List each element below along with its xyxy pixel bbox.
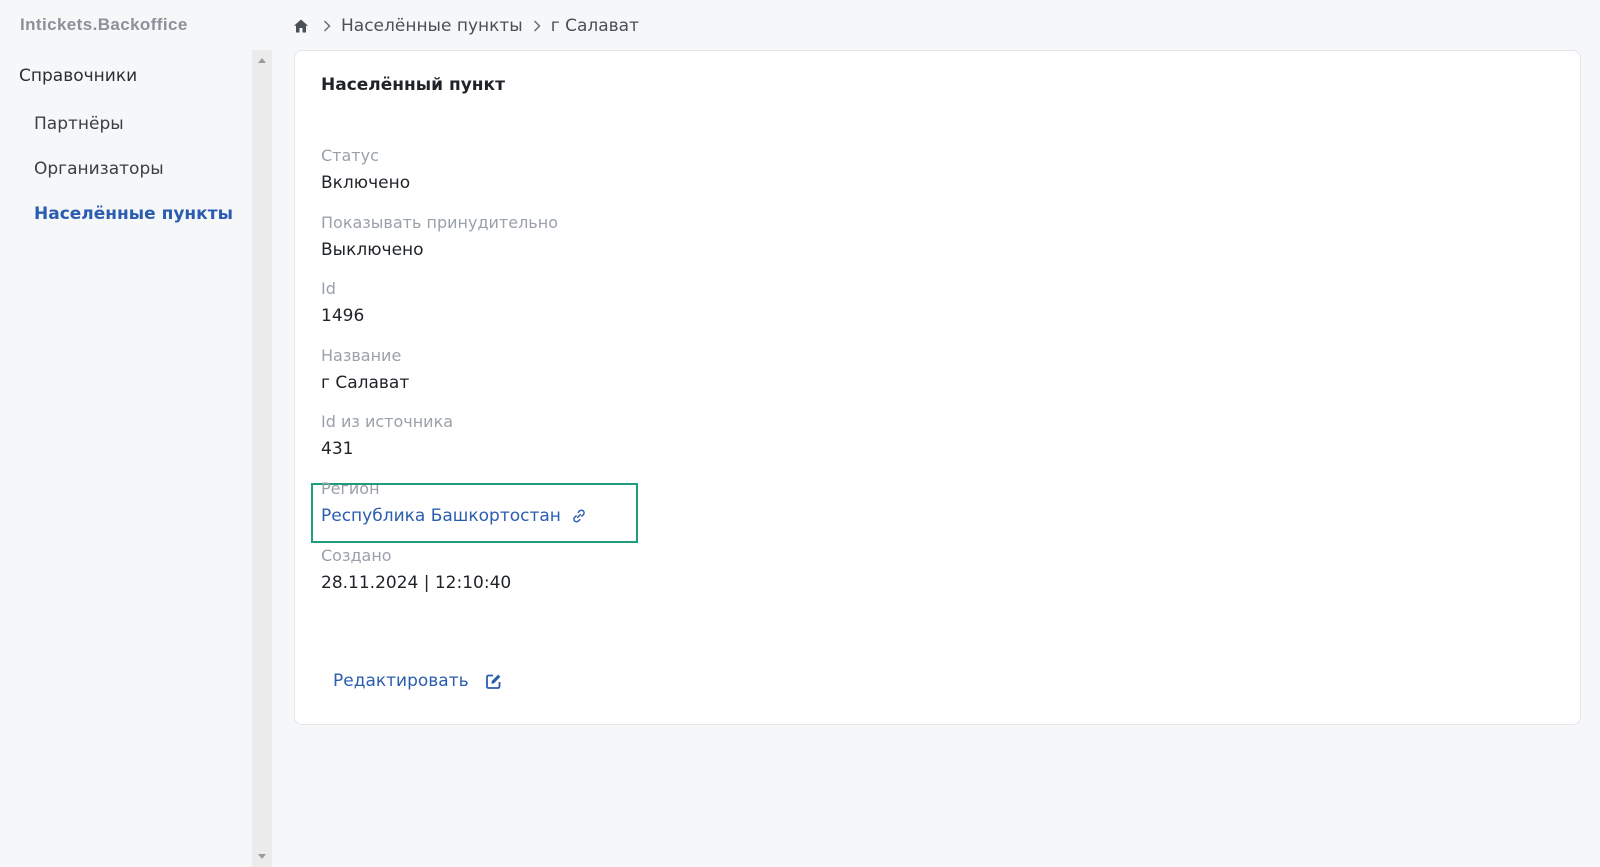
breadcrumb-item-settlements[interactable]: Населённые пункты: [341, 16, 523, 36]
field-label: Id из источника: [321, 412, 454, 431]
field-value: Включено: [321, 173, 411, 193]
field-label: Id: [321, 279, 336, 298]
field-label: Регион: [321, 479, 380, 498]
edit-icon: [485, 673, 502, 690]
sidebar-item-partners[interactable]: Партнёры: [34, 114, 124, 134]
field-force-show: Показывать принудительно Выключено: [321, 212, 558, 261]
settlement-card: Населённый пункт Статус Включено Показыв…: [294, 50, 1581, 725]
field-source-id: Id из источника 431: [321, 411, 453, 460]
field-region: Регион Республика Башкортостан: [321, 478, 587, 527]
field-label: Создано: [321, 546, 392, 565]
edit-button-label: Редактировать: [333, 671, 469, 691]
sidebar-heading: Справочники: [19, 66, 138, 86]
chevron-right-icon: [533, 20, 541, 32]
field-label: Статус: [321, 146, 379, 165]
field-status: Статус Включено: [321, 145, 410, 194]
scroll-up-arrow-icon[interactable]: [258, 58, 266, 63]
field-value: 1496: [321, 306, 365, 326]
scroll-down-arrow-icon[interactable]: [258, 854, 266, 859]
home-icon[interactable]: [293, 18, 309, 34]
field-name: Название г Салават: [321, 345, 409, 394]
edit-button[interactable]: Редактировать: [333, 671, 502, 691]
field-value: 431: [321, 439, 354, 459]
field-created: Создано 28.11.2024 | 12:10:40: [321, 545, 511, 594]
field-label: Название: [321, 346, 402, 365]
region-link-label: Республика Башкортостан: [321, 506, 561, 526]
chevron-right-icon: [323, 20, 331, 32]
sidebar-item-settlements[interactable]: Населённые пункты: [34, 204, 233, 224]
sidebar-scrollbar[interactable]: [252, 50, 272, 867]
field-value: Выключено: [321, 240, 424, 260]
region-link[interactable]: Республика Башкортостан: [321, 505, 587, 527]
field-value: 28.11.2024 | 12:10:40: [321, 573, 512, 593]
app-logo[interactable]: Intickets.Backoffice: [20, 15, 188, 35]
sidebar-item-organizers[interactable]: Организаторы: [34, 159, 164, 179]
card-title: Населённый пункт: [321, 75, 505, 95]
sidebar: Справочники Партнёры Организаторы Населё…: [0, 50, 248, 867]
link-icon[interactable]: [571, 508, 587, 524]
breadcrumb: Населённые пункты г Салават: [293, 14, 639, 38]
field-value: г Салават: [321, 373, 410, 393]
field-id: Id 1496: [321, 278, 364, 327]
breadcrumb-item-current: г Салават: [550, 16, 639, 36]
field-label: Показывать принудительно: [321, 213, 558, 232]
